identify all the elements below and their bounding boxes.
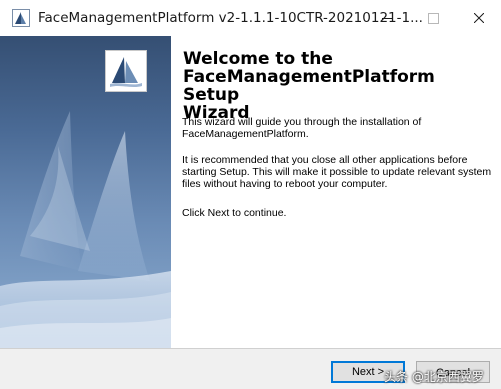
- title-bar[interactable]: FaceManagementPlatform v2-1.1.1-10CTR-20…: [0, 0, 501, 36]
- intro-text: This wizard will guide you through the i…: [182, 116, 422, 140]
- page-title-line: Welcome to the: [183, 49, 333, 69]
- close-icon: [474, 13, 484, 23]
- page-title: Welcome to the FaceManagementPlatform Se…: [183, 50, 493, 122]
- wizard-content: Welcome to the FaceManagementPlatform Se…: [105, 36, 501, 348]
- maximize-icon: [428, 13, 439, 24]
- minimize-button[interactable]: [364, 0, 410, 36]
- watermark: 头条 @北京西翼罗: [384, 370, 484, 384]
- recommendation-text: It is recommended that you close all oth…: [182, 154, 492, 190]
- installer-logo-icon: [105, 50, 147, 92]
- minimize-icon: [382, 18, 392, 19]
- setup-window: FaceManagementPlatform v2-1.1.1-10CTR-20…: [0, 0, 501, 389]
- maximize-button: [410, 0, 456, 36]
- close-button[interactable]: [456, 0, 501, 36]
- installer-icon: [12, 9, 30, 27]
- continue-hint: Click Next to continue.: [182, 207, 287, 219]
- page-title-line: FaceManagementPlatform Setup: [183, 67, 435, 105]
